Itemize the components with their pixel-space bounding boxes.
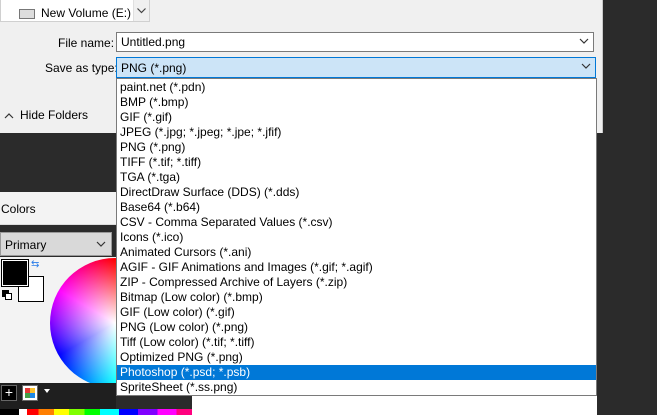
file-type-option[interactable]: Tiff (Low color) (*.tif; *.tiff) — [117, 335, 596, 350]
palette-strip[interactable] — [0, 409, 192, 415]
file-name-field[interactable] — [116, 32, 594, 52]
save-as-type-value: PNG (*.png) — [121, 61, 187, 75]
chevron-up-icon — [4, 112, 14, 119]
file-type-option[interactable]: GIF (Low color) (*.gif) — [117, 305, 596, 320]
hide-folders-button[interactable]: Hide Folders — [4, 108, 88, 122]
hide-folders-label: Hide Folders — [20, 108, 89, 122]
file-type-option[interactable]: TIFF (*.tif; *.tiff) — [117, 155, 596, 170]
colors-panel-title: Colors — [1, 202, 36, 216]
file-type-option[interactable]: BMP (*.bmp) — [117, 95, 596, 110]
color-mode-value: Primary — [5, 238, 47, 252]
file-name-label: File name: — [58, 36, 115, 50]
file-type-option[interactable]: JPEG (*.jpg; *.jpeg; *.jpe; *.jfif) — [117, 125, 596, 140]
save-as-type-label: Save as type: — [45, 61, 118, 75]
file-type-option[interactable]: Optimized PNG (*.png) — [117, 350, 596, 365]
swap-colors-icon[interactable]: ⇆ — [31, 260, 41, 270]
primary-color-swatch[interactable] — [1, 259, 29, 287]
tree-item-new-volume[interactable]: New Volume (E:) — [19, 6, 131, 20]
file-type-option[interactable]: ZIP - Compressed Archive of Layers (*.zi… — [117, 275, 596, 290]
file-type-option[interactable]: PNG (Low color) (*.png) — [117, 320, 596, 335]
drive-icon — [19, 8, 35, 19]
navigation-tree[interactable]: New Volume (E:) — [0, 0, 150, 22]
chevron-down-icon[interactable] — [579, 36, 589, 46]
file-type-option[interactable]: Bitmap (Low color) (*.bmp) — [117, 290, 596, 305]
file-type-option[interactable]: GIF (*.gif) — [117, 110, 596, 125]
colors-panel-header: Colors — [0, 192, 116, 225]
file-type-option[interactable]: CSV - Comma Separated Values (*.csv) — [117, 215, 596, 230]
chevron-down-icon — [581, 63, 591, 69]
palette-menu-caret-icon[interactable] — [44, 389, 50, 393]
file-name-input[interactable] — [117, 33, 561, 51]
chevron-down-icon — [96, 241, 106, 247]
file-type-option[interactable]: SpriteSheet (*.ss.png) — [117, 380, 596, 395]
chevron-down-icon — [137, 8, 146, 14]
file-type-option[interactable]: PNG (*.png) — [117, 140, 596, 155]
tree-item-label: New Volume (E:) — [41, 6, 132, 20]
file-type-option[interactable]: Icons (*.ico) — [117, 230, 596, 245]
save-as-type-select[interactable]: PNG (*.png) — [116, 57, 596, 78]
file-type-option[interactable]: TGA (*.tga) — [117, 170, 596, 185]
file-type-option[interactable]: Animated Cursors (*.ani) — [117, 245, 596, 260]
workspace-background — [597, 133, 657, 415]
file-type-dropdown-list[interactable]: paint.net (*.pdn) BMP (*.bmp) GIF (*.gif) J… — [116, 78, 597, 396]
tree-scroll-down-button[interactable] — [133, 0, 149, 21]
file-type-option[interactable]: Base64 (*.b64) — [117, 200, 596, 215]
add-color-icon[interactable]: + — [1, 385, 17, 401]
palette-icon[interactable] — [22, 385, 38, 401]
file-type-option[interactable]: Photoshop (*.psd; *.psb) — [117, 365, 596, 380]
file-type-option[interactable]: paint.net (*.pdn) — [117, 80, 596, 95]
file-type-option[interactable]: AGIF - GIF Animations and Images (*.gif;… — [117, 260, 596, 275]
file-type-option[interactable]: DirectDraw Surface (DDS) (*.dds) — [117, 185, 596, 200]
color-mode-select[interactable]: Primary — [0, 232, 112, 256]
reset-colors-icon[interactable] — [2, 290, 12, 300]
